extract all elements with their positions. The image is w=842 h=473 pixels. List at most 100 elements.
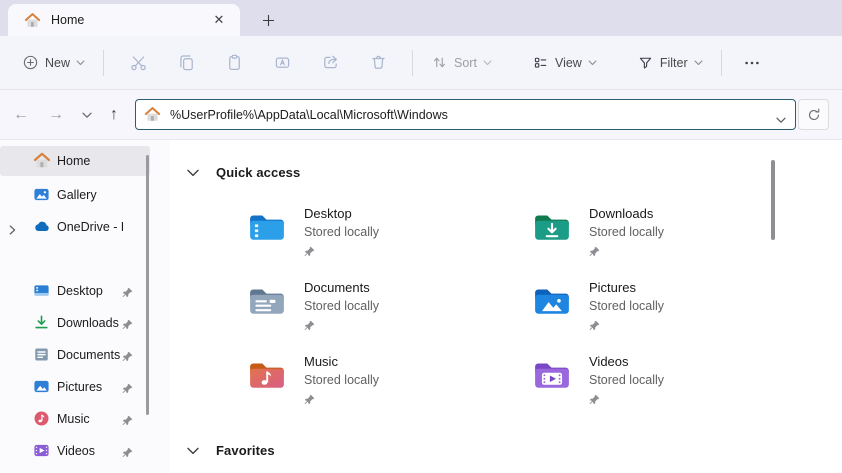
more-icon [743, 54, 761, 72]
home-icon [33, 152, 51, 170]
music-folder-icon [248, 358, 286, 390]
cut-button[interactable] [118, 46, 158, 80]
view-button[interactable]: View [524, 48, 605, 77]
tab-strip: Home ✕ [0, 0, 842, 36]
copy-button[interactable] [166, 46, 206, 80]
new-button[interactable]: New [14, 48, 93, 77]
tab-home[interactable]: Home ✕ [8, 4, 240, 36]
recent-locations-button[interactable] [72, 90, 102, 140]
sidebar-item-label: OneDrive - Pers [57, 220, 123, 234]
tile-status: Stored locally [589, 299, 664, 313]
paste-button[interactable] [214, 46, 254, 80]
explorer-body: Home Gallery [0, 140, 842, 473]
toolbar-divider [103, 50, 104, 76]
filter-button-label: Filter [660, 56, 688, 70]
chevron-down-icon [694, 60, 703, 66]
pin-icon [304, 244, 315, 262]
section-title: Quick access [216, 165, 300, 180]
tile-music[interactable]: Music Stored locally [248, 354, 488, 410]
forward-icon: → [48, 106, 64, 124]
sidebar-item-label: Videos [57, 444, 95, 458]
tile-videos[interactable]: Videos Stored locally [533, 354, 773, 410]
pin-icon [122, 317, 133, 335]
address-home-icon [144, 106, 161, 123]
sidebar-item-home[interactable]: Home [0, 146, 150, 176]
pin-icon [122, 445, 133, 463]
up-button[interactable]: ↑ [99, 90, 129, 140]
tab-title: Home [51, 13, 208, 27]
tile-name: Documents [304, 280, 370, 295]
address-bar [135, 99, 796, 130]
toolbar-divider [721, 50, 722, 76]
new-tab-button[interactable] [256, 9, 280, 31]
cut-icon [129, 53, 148, 72]
paste-icon [225, 53, 244, 72]
tile-status: Stored locally [304, 373, 379, 387]
sidebar-item-videos[interactable]: Videos [0, 436, 150, 466]
tile-status: Stored locally [589, 225, 664, 239]
see-more-button[interactable] [736, 46, 768, 80]
pin-icon [304, 392, 315, 410]
tile-name: Videos [589, 354, 629, 369]
home-icon [24, 12, 41, 29]
share-button[interactable] [310, 46, 350, 80]
section-header-favorites[interactable]: Favorites [187, 443, 275, 458]
tile-name: Music [304, 354, 338, 369]
filter-icon [637, 54, 654, 71]
content-pane: Quick access Desktop Stored locally [170, 140, 842, 473]
sidebar-item-gallery[interactable]: Gallery [0, 180, 150, 210]
sidebar-item-pictures[interactable]: Pictures [0, 372, 150, 402]
navigation-pane: Home Gallery [0, 140, 170, 473]
file-explorer-window: Home ✕ New [0, 0, 842, 473]
address-input[interactable] [135, 99, 796, 130]
tile-pictures[interactable]: Pictures Stored locally [533, 280, 773, 336]
tile-documents[interactable]: Documents Stored locally [248, 280, 488, 336]
chevron-down-icon [76, 60, 85, 66]
content-scrollbar[interactable] [771, 160, 775, 240]
refresh-icon [806, 107, 822, 123]
plus-icon [262, 14, 275, 27]
refresh-button[interactable] [798, 99, 829, 130]
tile-status: Stored locally [589, 373, 664, 387]
pictures-icon [33, 378, 51, 396]
filter-button[interactable]: Filter [629, 48, 711, 77]
delete-button[interactable] [358, 46, 398, 80]
sort-button[interactable]: Sort [423, 48, 500, 77]
tile-desktop[interactable]: Desktop Stored locally [248, 206, 488, 262]
sidebar-item-documents[interactable]: Documents [0, 340, 150, 370]
sidebar-item-label: Pictures [57, 380, 102, 394]
sidebar-scrollbar[interactable] [146, 155, 149, 415]
videos-icon [33, 442, 51, 460]
pin-icon [589, 244, 600, 262]
sidebar-item-music[interactable]: Music [0, 404, 150, 434]
address-dropdown-icon[interactable] [776, 111, 786, 129]
sidebar-item-label: Downloads [57, 316, 119, 330]
sidebar-item-desktop[interactable]: Desktop [0, 276, 150, 306]
back-button[interactable]: ← [6, 90, 36, 140]
rename-button[interactable] [262, 46, 302, 80]
sidebar-item-downloads[interactable]: Downloads [0, 308, 150, 338]
tile-downloads[interactable]: Downloads Stored locally [533, 206, 773, 262]
pin-icon [589, 392, 600, 410]
downloads-icon [33, 314, 51, 332]
section-title: Favorites [216, 443, 275, 458]
section-header-quick-access[interactable]: Quick access [187, 165, 300, 180]
pin-icon [122, 285, 133, 303]
share-icon [321, 53, 340, 72]
sidebar-item-onedrive[interactable]: OneDrive - Pers [0, 212, 150, 242]
pin-icon [304, 318, 315, 336]
music-icon [33, 410, 51, 428]
chevron-down-icon [187, 447, 199, 455]
back-icon: ← [13, 106, 29, 124]
chevron-down-icon [588, 60, 597, 66]
forward-button[interactable]: → [41, 90, 71, 140]
pictures-folder-icon [533, 284, 571, 316]
chevron-right-icon[interactable] [9, 222, 16, 240]
close-tab-icon[interactable]: ✕ [208, 9, 230, 31]
view-button-label: View [555, 56, 582, 70]
documents-folder-icon [248, 284, 286, 316]
sidebar-item-label: Documents [57, 348, 120, 362]
onedrive-icon [33, 218, 51, 236]
tile-name: Pictures [589, 280, 636, 295]
tile-name: Downloads [589, 206, 653, 221]
